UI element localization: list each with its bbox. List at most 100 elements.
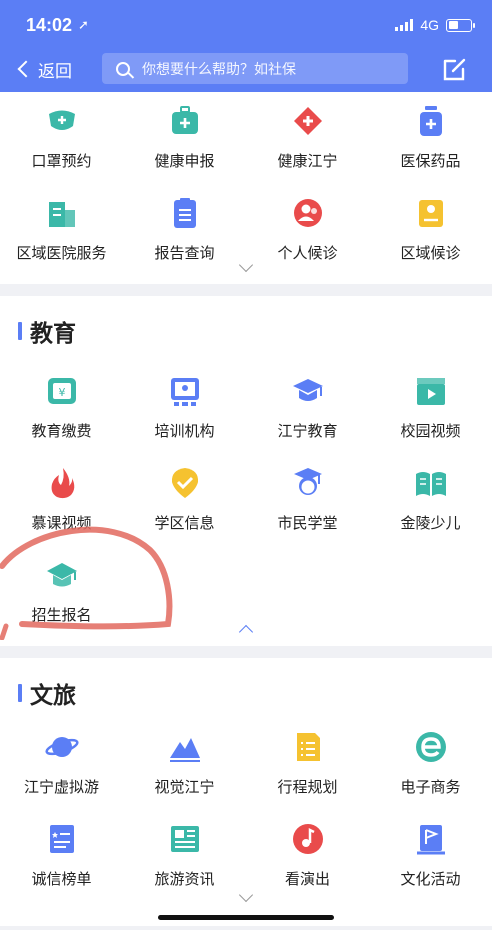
grid-item[interactable]: 看演出 (246, 822, 369, 906)
grid-item[interactable]: 个人候诊 (246, 196, 369, 280)
grid-item[interactable]: 健康申报 (123, 104, 246, 188)
person-icon (293, 199, 322, 227)
grid-item-label: 区域医院服务 (16, 244, 107, 262)
red-cross-icon (293, 107, 322, 135)
grid-item[interactable]: 江宁教育 (246, 374, 369, 458)
grid-item[interactable]: 区域候诊 (369, 196, 492, 280)
open-book-icon (415, 472, 446, 496)
grid-item-label: 口罩预约 (31, 152, 92, 170)
training-board-icon (170, 378, 199, 406)
mortarboard-icon (46, 563, 77, 587)
grid-item[interactable]: 区域医院服务 (0, 196, 123, 280)
education-section: 教育 ¥ 教育缴费 培训机构 江宁教育 校园视频慕课视频 学区信息 市民学堂 金陵少儿招生报名 (0, 296, 492, 646)
hospital-icon (48, 202, 75, 227)
grid-item-label: 看演出 (284, 870, 330, 888)
grid-item-label: 培训机构 (154, 422, 215, 440)
status-time: 14:02 (26, 14, 73, 35)
grid-item-label: 电子商务 (400, 778, 461, 796)
grid-item[interactable]: 健康江宁 (246, 104, 369, 188)
music-note-icon (292, 824, 323, 854)
section-title-culture: 文旅 (18, 676, 76, 710)
grid-item-label: 慕课视频 (31, 514, 92, 532)
collapse-chevron-icon[interactable] (238, 624, 254, 640)
news-icon (170, 826, 199, 852)
health-section: 口罩预约 健康申报 健康江宁 医保药品区域医院服务 报告查询 个人候诊 区域候诊 (0, 92, 492, 284)
grid-item-label: 江宁虚拟游 (23, 778, 99, 796)
grid-item[interactable]: 电子商务 (369, 730, 492, 814)
graduation-cap-icon (292, 379, 323, 401)
grid-item[interactable]: 视觉江宁 (123, 730, 246, 814)
grid-item[interactable]: 口罩预约 (0, 104, 123, 188)
grid-item[interactable]: 培训机构 (123, 374, 246, 458)
grid-item[interactable]: 校园视频 (369, 374, 492, 458)
report-icon (173, 198, 196, 228)
planet-icon (44, 737, 79, 757)
mountain-icon (169, 738, 200, 762)
grid-item-label: 诚信榜单 (31, 870, 92, 888)
grid-item-label: 区域候诊 (400, 244, 461, 262)
culture-section: 文旅 江宁虚拟游 视觉江宁 行程规划 电子商务诚信榜单 旅游资讯 看演出 文化活动 (0, 658, 492, 926)
grid-item[interactable]: 慕课视频 (0, 466, 123, 550)
grid-item[interactable]: 学区信息 (123, 466, 246, 550)
medical-kit-icon (171, 106, 198, 134)
grid-item-label: 健康江宁 (277, 152, 338, 170)
grid-item-label: 行程规划 (277, 778, 338, 796)
app-header: 14:02 ➚ 4G 返回 你想要什么帮助？如社保 (0, 0, 492, 92)
grid-item-label: 金陵少儿 (400, 514, 461, 532)
e-commerce-icon (415, 732, 446, 762)
svg-text:¥: ¥ (58, 386, 65, 399)
grid-item[interactable]: 市民学堂 (246, 466, 369, 550)
location-pin-icon (171, 468, 198, 498)
id-card-icon (418, 200, 443, 227)
grid-item-label: 健康申报 (154, 152, 215, 170)
grid-item-label: 个人候诊 (277, 244, 338, 262)
search-input[interactable]: 你想要什么帮助？如社保 (102, 53, 408, 84)
grid-item-label: 学区信息 (154, 514, 215, 532)
grid-item[interactable]: 旅游资讯 (123, 822, 246, 906)
grid-item-label: 文化活动 (400, 870, 461, 888)
grid-item-label: 校园视频 (400, 422, 461, 440)
grid-item-label: 视觉江宁 (154, 778, 215, 796)
status-bar: 14:02 ➚ 4G (26, 12, 475, 38)
grid-item-label: 江宁教育 (277, 422, 338, 440)
back-button[interactable]: 返回 (14, 54, 92, 84)
grid-item[interactable]: 招生报名 (0, 558, 123, 642)
grid-item-label: 教育缴费 (31, 422, 92, 440)
grid-item-label: 市民学堂 (277, 514, 338, 532)
edit-icon[interactable] (441, 55, 469, 83)
back-label: 返回 (38, 61, 72, 82)
ranking-list-icon (49, 825, 74, 853)
title-accent-bar (18, 322, 22, 340)
grid-item[interactable]: 诚信榜单 (0, 822, 123, 906)
home-indicator[interactable] (158, 915, 334, 920)
culture-activity-icon (416, 825, 445, 855)
grid-item[interactable]: 文化活动 (369, 822, 492, 906)
grid-item[interactable]: 行程规划 (246, 730, 369, 814)
search-icon (116, 61, 130, 76)
grid-item[interactable]: ¥ 教育缴费 (0, 374, 123, 458)
network-type: 4G (420, 17, 439, 33)
grid-item-label: 旅游资讯 (154, 870, 215, 888)
nav-bar: 返回 你想要什么帮助？如社保 (0, 52, 492, 86)
grid-item[interactable]: 医保药品 (369, 104, 492, 188)
section-title-education: 教育 (18, 314, 76, 348)
itinerary-icon (296, 733, 320, 761)
battery-icon (446, 18, 475, 32)
grid-item-label: 报告查询 (154, 244, 215, 262)
signal-icon (395, 19, 414, 31)
payment-icon: ¥ (47, 378, 76, 404)
video-clapper-icon (416, 378, 445, 405)
grid-item[interactable]: 报告查询 (123, 196, 246, 280)
title-accent-bar (18, 684, 22, 702)
chevron-left-icon (17, 60, 35, 78)
mask-icon (48, 110, 75, 130)
grid-item-label: 医保药品 (400, 152, 461, 170)
medicine-bottle-icon (419, 106, 442, 136)
culture-title: 文旅 (30, 683, 76, 709)
grid-item[interactable]: 金陵少儿 (369, 466, 492, 550)
search-placeholder: 你想要什么帮助？如社保 (142, 61, 296, 78)
grid-item-label: 招生报名 (31, 606, 92, 624)
education-title: 教育 (30, 321, 76, 347)
grid-item[interactable]: 江宁虚拟游 (0, 730, 123, 814)
location-arrow-icon: ➚ (78, 17, 89, 33)
